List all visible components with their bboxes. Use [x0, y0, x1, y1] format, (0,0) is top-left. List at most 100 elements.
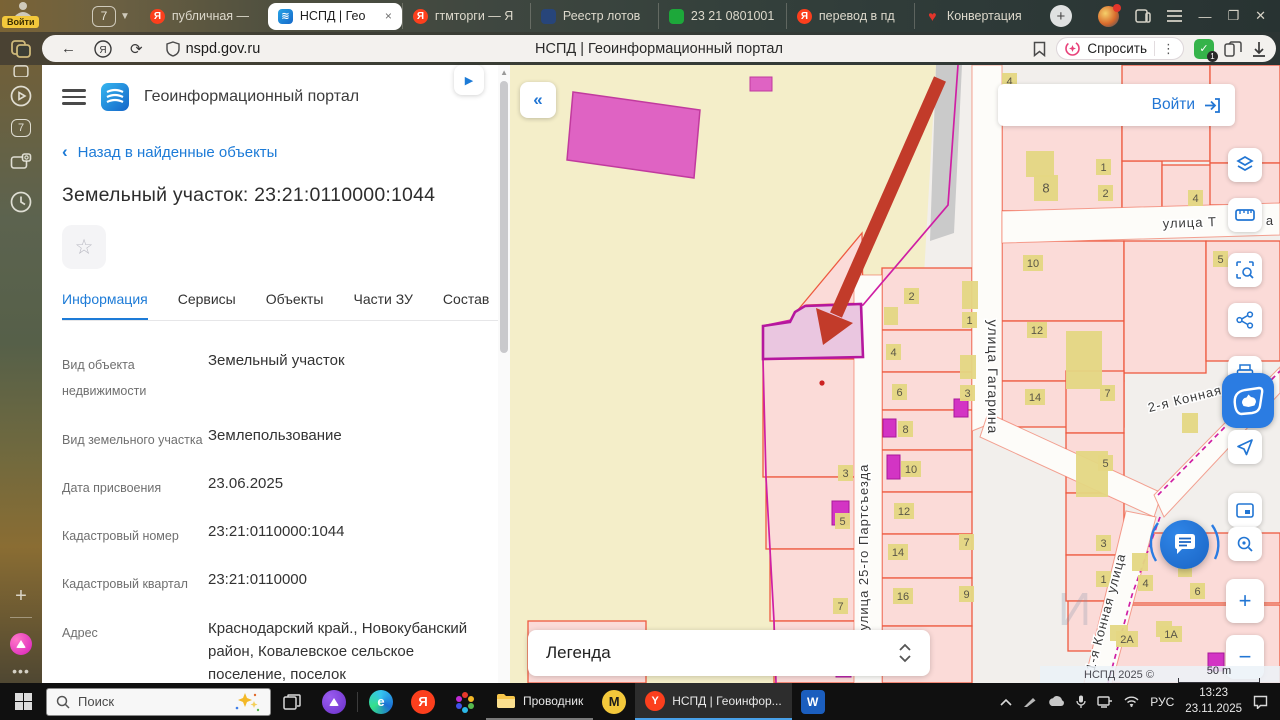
ask-button[interactable]: Спросить [1087, 41, 1147, 56]
building-oks [953, 398, 969, 418]
rail-video-icon[interactable] [10, 85, 32, 107]
browser-tab-5[interactable]: Яперевод в пд [785, 3, 914, 29]
panel-tab-3[interactable]: Части ЗУ [353, 291, 412, 318]
land-parcel[interactable] [1065, 492, 1125, 556]
taskbar-search-box[interactable]: Поиск [46, 687, 271, 716]
tab-close-icon[interactable]: × [385, 9, 392, 23]
address-bar[interactable]: ← Я ⟳ nspd.gov.ru НСПД | Геоинформационн… [42, 35, 1276, 62]
panel-tab-0[interactable]: Информация [62, 291, 148, 320]
collapse-panel-button[interactable]: « [520, 82, 556, 118]
display-icon[interactable] [1097, 695, 1113, 708]
measure-button[interactable] [1228, 198, 1262, 232]
back-icon[interactable]: ← [61, 40, 76, 57]
color-grid-app-icon[interactable] [444, 683, 486, 720]
panel-tab-2[interactable]: Объекты [266, 291, 324, 318]
house-number: 12 [1031, 325, 1043, 337]
browser-tab-3[interactable]: Реестр лотов [529, 3, 658, 29]
notification-center-icon[interactable] [1253, 695, 1268, 709]
rail-alice-icon[interactable] [10, 633, 32, 655]
search-area-button[interactable] [1228, 253, 1262, 287]
edge-icon[interactable]: e [360, 683, 402, 720]
rail-add-icon[interactable]: + [15, 585, 27, 608]
zoom-in-button[interactable]: + [1226, 579, 1264, 623]
tab-list-chevron-icon[interactable]: ▼ [120, 11, 130, 22]
language-indicator[interactable]: РУС [1150, 695, 1174, 709]
rail-tab-counter[interactable]: 7 [11, 119, 31, 137]
scrollbar-up-arrow[interactable]: ▲ [500, 68, 508, 77]
panel-tab-4[interactable]: Состав [443, 291, 489, 318]
rail-history-icon[interactable] [10, 191, 32, 213]
browser-tab-0[interactable]: Япубличная — [140, 3, 268, 29]
yandex-services-icon[interactable]: Я [94, 39, 112, 58]
start-button[interactable] [0, 683, 46, 720]
sidebar-toggle-icon[interactable] [0, 39, 42, 58]
legend-title: Легенда [546, 643, 611, 662]
land-parcel[interactable] [1123, 240, 1207, 374]
reload-icon[interactable]: ⟳ [130, 40, 143, 58]
map-login-bar[interactable]: Войти [998, 84, 1235, 126]
nspd-assistant-button[interactable] [1222, 373, 1274, 428]
legend-collapse-icon[interactable] [898, 643, 912, 663]
browser-profile-corner[interactable]: Войти [0, 0, 92, 32]
microphone-icon[interactable] [1076, 695, 1086, 709]
collections-icon[interactable] [1224, 40, 1242, 57]
back-to-results-link[interactable]: ‹ Назад в найденные объекты [62, 142, 510, 162]
building-block [749, 76, 773, 92]
browser-tab-2[interactable]: Ягтмторги — Я [401, 3, 530, 29]
taskbar-active-nspd[interactable]: Y НСПД | Геоинфор... [635, 683, 792, 720]
tray-pen-icon[interactable] [1023, 696, 1037, 708]
tab-counter[interactable]: 7 [92, 5, 116, 27]
rail-bookmarks-icon[interactable] [12, 65, 30, 77]
assistant-dog-icon [1233, 386, 1264, 415]
onedrive-icon[interactable] [1048, 696, 1065, 707]
security-shield-icon[interactable] [165, 40, 180, 57]
tray-expand-icon[interactable] [1000, 698, 1012, 706]
clock[interactable]: 13:23 23.11.2025 [1185, 686, 1242, 717]
legend-panel[interactable]: Легенда [528, 630, 930, 676]
more-options-icon[interactable]: ⋮ [1162, 41, 1175, 57]
taskbar-explorer[interactable]: Проводник [486, 683, 594, 720]
m-app-icon[interactable]: M [593, 683, 635, 720]
url-text[interactable]: nspd.gov.ru [186, 41, 261, 57]
panel-scrollbar[interactable]: ▲ [498, 65, 510, 683]
side-panel-icon[interactable] [1135, 8, 1152, 24]
menu-hamburger-icon[interactable] [62, 89, 86, 105]
rail-more-icon[interactable]: ••• [12, 663, 30, 679]
locate-button[interactable] [1228, 430, 1262, 464]
zoom-to-object-button[interactable] [1228, 527, 1262, 561]
browser-profile-avatar[interactable] [1098, 3, 1122, 27]
extension-icon[interactable]: ✓ 1 [1194, 38, 1218, 62]
active-app-label: НСПД | Геоинфор... [672, 693, 782, 708]
land-parcel[interactable] [1121, 160, 1163, 212]
bookmark-icon[interactable] [1033, 41, 1046, 57]
land-parcel[interactable] [762, 358, 865, 478]
scrollbar-thumb[interactable] [500, 81, 508, 353]
task-view-icon[interactable] [271, 683, 313, 720]
chat-button[interactable] [1160, 520, 1209, 569]
downloads-icon[interactable] [1252, 41, 1266, 57]
login-badge[interactable]: Войти [2, 16, 40, 28]
share-button[interactable] [1228, 303, 1262, 337]
yandex-browser-icon[interactable]: Я [402, 683, 444, 720]
word-icon[interactable]: W [792, 683, 834, 720]
favorite-star-button[interactable]: ☆ [62, 225, 106, 269]
layers-button[interactable] [1228, 148, 1262, 182]
panel-tab-1[interactable]: Сервисы [178, 291, 236, 318]
rail-screenshot-icon[interactable] [10, 153, 32, 171]
browser-side-rail: 7 + ••• [0, 65, 42, 683]
tabs-scroll-right-button[interactable]: ▶ [454, 65, 484, 95]
land-parcel[interactable] [1001, 240, 1125, 322]
wifi-icon[interactable] [1124, 696, 1139, 707]
browser-tab-4[interactable]: 23 21 0801001 [657, 3, 786, 29]
menu-icon[interactable] [1167, 10, 1183, 22]
browser-tab-6[interactable]: ♥ Конвертация [913, 3, 1042, 29]
minimap-button[interactable] [1228, 493, 1262, 527]
window-restore-button[interactable]: ❐ [1227, 8, 1239, 24]
window-close-button[interactable]: ✕ [1255, 8, 1266, 24]
window-minimize-button[interactable]: — [1198, 9, 1211, 24]
ask-spark-icon [1065, 41, 1081, 56]
alice-taskbar-icon[interactable] [313, 683, 355, 720]
cadastral-map[interactable]: И418 2 4101214 7531 462А 1А246810121416137935… [510, 65, 1280, 683]
browser-tab-1[interactable]: ≋ НСПД | Гео × [267, 2, 402, 30]
new-tab-button[interactable]: + [1049, 5, 1072, 27]
